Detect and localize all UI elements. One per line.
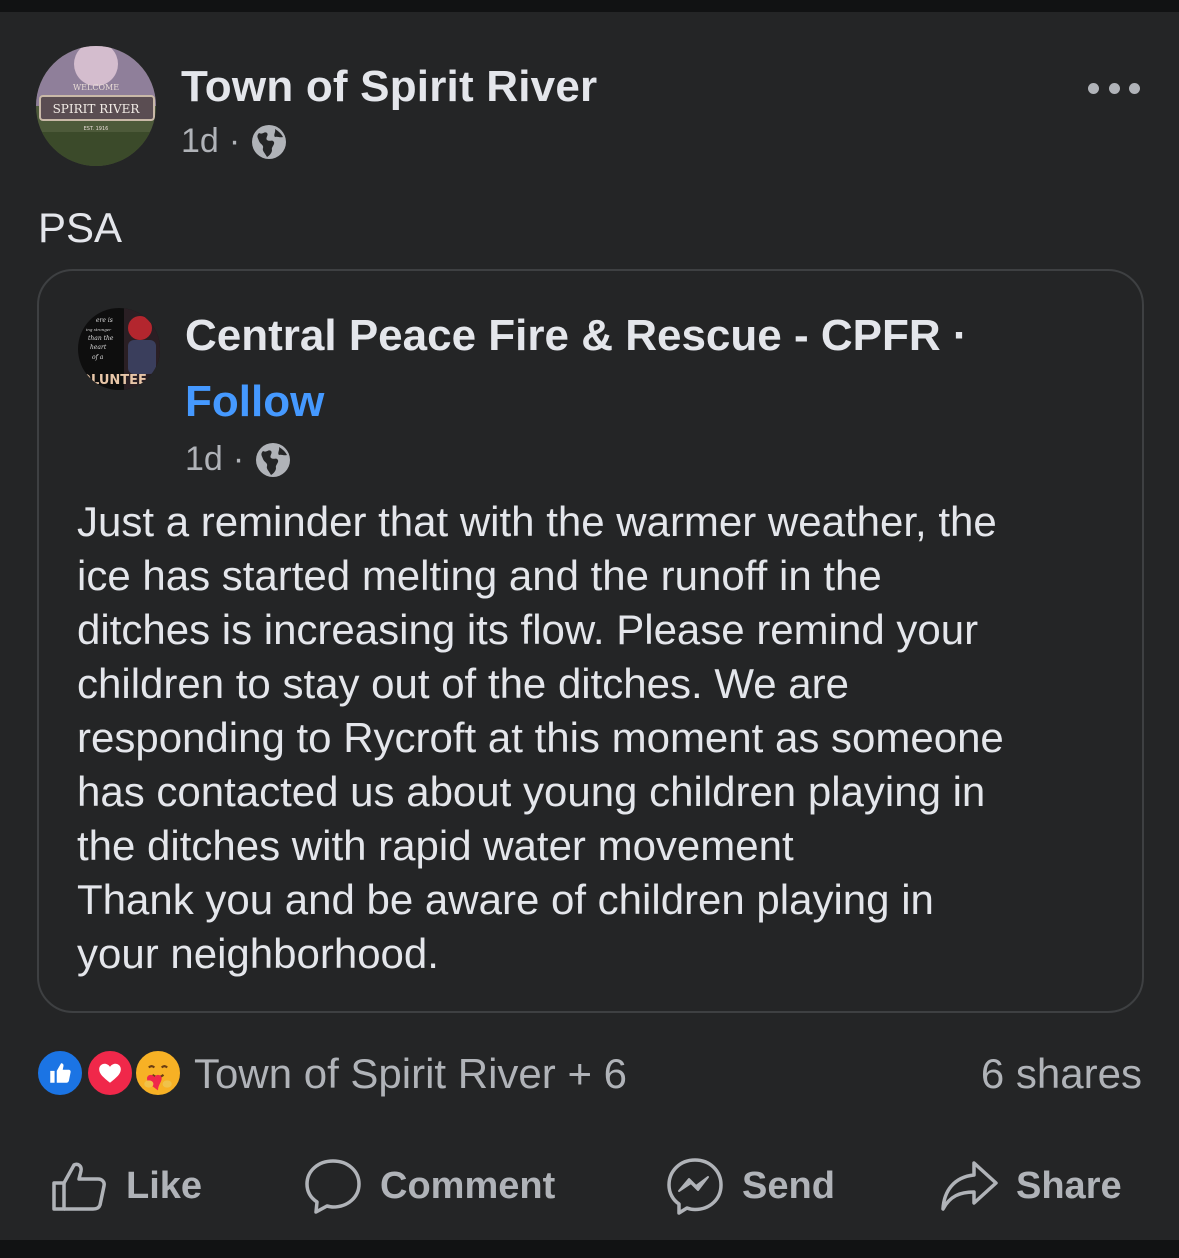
body-line: children to stay out of the ditches. We …	[77, 660, 849, 707]
comment-icon	[305, 1159, 361, 1214]
follow-button[interactable]: Follow	[185, 377, 324, 427]
body-line: ice has started melting and the runoff i…	[77, 552, 882, 599]
page-name[interactable]: Town of Spirit River	[181, 62, 597, 112]
shared-post-time[interactable]: 1d	[185, 440, 223, 479]
svg-text:ing stronger: ing stronger	[86, 327, 112, 332]
shared-post-meta: 1d ·	[185, 440, 292, 479]
messenger-icon	[667, 1158, 723, 1215]
like-label: Like	[126, 1164, 203, 1207]
page-avatar[interactable]: WELCOME SPIRIT RIVER EST. 1916	[36, 46, 156, 166]
svg-text:heart: heart	[90, 344, 107, 351]
svg-text:EST. 1916: EST. 1916	[84, 126, 109, 132]
shared-page-avatar[interactable]: ere is ing stronger than the heart of a …	[78, 308, 160, 390]
love-reaction-icon	[86, 1049, 134, 1097]
shared-page-name[interactable]: Central Peace Fire & Rescue - CPFR ·	[185, 311, 967, 361]
svg-text:of a: of a	[92, 354, 104, 361]
svg-text:than the: than the	[88, 335, 114, 342]
post-card: WELCOME SPIRIT RIVER EST. 1916 Town of S…	[0, 12, 1179, 1240]
svg-text:SPIRIT RIVER: SPIRIT RIVER	[53, 102, 141, 116]
share-label: Share	[1016, 1164, 1122, 1207]
town-sign-image: WELCOME SPIRIT RIVER EST. 1916	[36, 46, 156, 166]
reactions-summary[interactable]: Town of Spirit River + 6 6 shares	[36, 1046, 1142, 1102]
volunteer-image: ere is ing stronger than the heart of a …	[78, 308, 160, 390]
thumbs-up-icon	[52, 1162, 106, 1211]
post-meta: 1d ·	[181, 122, 288, 161]
svg-text:OLUNTEE: OLUNTEE	[80, 373, 147, 388]
body-line: the ditches with rapid water movement	[77, 822, 794, 869]
body-line: has contacted us about young children pl…	[77, 768, 986, 815]
globe-icon	[254, 441, 292, 479]
svg-text:ere is: ere is	[96, 317, 113, 324]
share-icon	[941, 1161, 998, 1211]
post-time[interactable]: 1d	[181, 122, 219, 161]
body-line: your neighborhood.	[77, 930, 439, 977]
body-line: responding to Rycroft at this moment as …	[77, 714, 1004, 761]
reaction-icons[interactable]	[36, 1049, 186, 1099]
post-actions: Like Comment Send Share	[0, 1146, 1179, 1226]
body-line: Just a reminder that with the warmer wea…	[77, 498, 997, 545]
share-button[interactable]: Share	[938, 1146, 1122, 1226]
send-button[interactable]: Send	[664, 1146, 835, 1226]
shared-post-card[interactable]: ere is ing stronger than the heart of a …	[37, 269, 1144, 1013]
send-label: Send	[742, 1164, 835, 1207]
comment-label: Comment	[380, 1164, 556, 1207]
more-dot	[1088, 82, 1099, 94]
svg-text:WELCOME: WELCOME	[73, 83, 119, 92]
globe-icon	[250, 123, 288, 161]
like-button[interactable]: Like	[48, 1146, 202, 1226]
post-text: PSA	[38, 204, 123, 251]
body-line: ditches is increasing its flow. Please r…	[77, 606, 979, 653]
like-reaction-icon	[36, 1049, 84, 1097]
bottom-divider	[0, 1240, 1179, 1258]
meta-separator: ·	[232, 440, 245, 478]
meta-separator: ·	[228, 122, 241, 160]
shares-count[interactable]: 6 shares	[981, 1050, 1142, 1098]
more-options-button[interactable]	[1088, 68, 1140, 108]
comment-button[interactable]: Comment	[302, 1146, 555, 1226]
more-dot	[1108, 82, 1120, 94]
reactors-text[interactable]: Town of Spirit River + 6	[194, 1050, 627, 1098]
care-reaction-icon	[134, 1049, 182, 1097]
body-line: Thank you and be aware of children playi…	[77, 876, 934, 923]
shared-post-body: Just a reminder that with the warmer wea…	[77, 495, 1127, 981]
more-dot	[1129, 82, 1140, 94]
